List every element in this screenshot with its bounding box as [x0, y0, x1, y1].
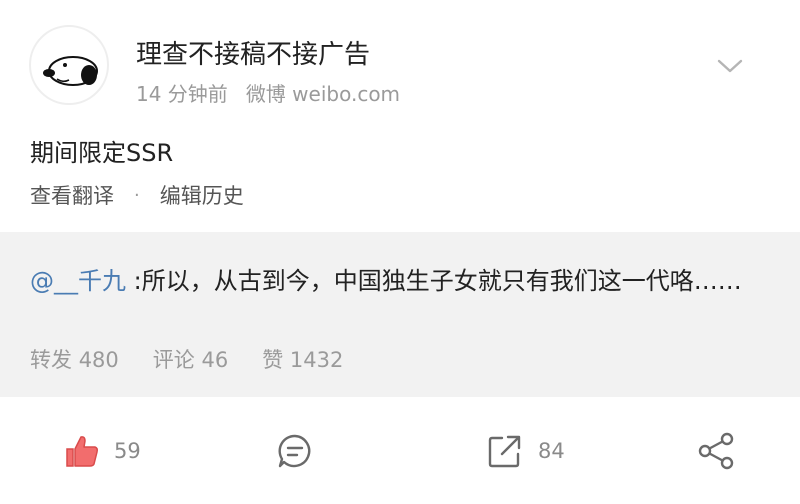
action-toolbar: 59 84: [0, 400, 800, 504]
post-text-actions: 查看翻译 · 编辑历史: [30, 180, 244, 210]
comment-button[interactable]: [276, 428, 314, 474]
reposted-content[interactable]: @__千九 :所以，从古到今，中国独生子女就只有我们这一代咯…… 转发 480 …: [0, 232, 800, 397]
repost-arrow-icon: [488, 435, 521, 468]
edit-history-link[interactable]: 编辑历史: [160, 180, 244, 210]
comment-icon: [278, 434, 311, 468]
stat-value: 46: [201, 348, 229, 372]
stat-label: 评论: [152, 348, 195, 372]
mention-link[interactable]: @__千九: [30, 267, 126, 295]
post-content: 期间限定SSR: [30, 139, 174, 167]
repost-button[interactable]: 84: [486, 428, 565, 474]
post-meta: 14 分钟前 微博 weibo.com: [136, 78, 400, 107]
weibo-post: 理查不接稿不接广告 14 分钟前 微博 weibo.com 期间限定SSR 查看翻…: [0, 0, 800, 504]
author-name[interactable]: 理查不接稿不接广告: [136, 34, 370, 71]
separator-dot: ·: [134, 184, 140, 206]
repost-stats: 转发 480 评论 46 赞 1432: [30, 344, 377, 374]
stat-label: 转发: [30, 348, 72, 372]
repost-body: :所以，从古到今，中国独生子女就只有我们这一代咯……: [126, 267, 742, 295]
post-time: 14 分钟前: [136, 82, 228, 106]
translate-link[interactable]: 查看翻译: [30, 180, 114, 210]
thumbs-up-icon: [66, 436, 98, 467]
stat-label: 赞: [262, 348, 284, 372]
post-header: 理查不接稿不接广告 14 分钟前 微博 weibo.com: [0, 0, 800, 120]
repost-stat-comments[interactable]: 评论 46: [153, 344, 228, 374]
repost-stat-forwards[interactable]: 转发 480: [30, 344, 119, 374]
repost-stat-likes[interactable]: 赞 1432: [262, 344, 343, 374]
share-button[interactable]: [696, 428, 736, 474]
share-icon: [698, 432, 734, 470]
like-count: 59: [114, 439, 141, 463]
post-source: 微博 weibo.com: [245, 82, 401, 106]
chevron-down-icon: [717, 59, 743, 73]
repost-count: 84: [538, 439, 565, 463]
snoopy-avatar-icon: [43, 56, 98, 86]
more-options-button[interactable]: [712, 48, 748, 84]
like-button[interactable]: 59: [64, 428, 141, 474]
avatar[interactable]: [29, 25, 109, 105]
stat-value: 1432: [289, 348, 344, 372]
repost-text: @__千九 :所以，从古到今，中国独生子女就只有我们这一代咯……: [30, 258, 770, 304]
stat-value: 480: [78, 348, 119, 372]
